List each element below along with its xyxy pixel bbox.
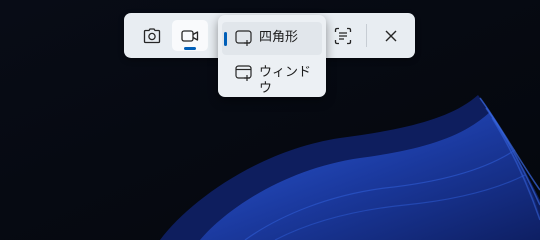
active-mode-indicator (184, 47, 196, 50)
video-icon (181, 29, 199, 42)
menu-item-label: ウィンドウ (259, 65, 312, 96)
camera-icon (143, 27, 161, 43)
close-button[interactable] (373, 20, 409, 51)
text-extract-icon (334, 27, 352, 44)
rectangle-capture-icon (235, 30, 252, 46)
screenshot-mode-button[interactable] (134, 20, 170, 51)
menu-item-window[interactable]: ウィンドウ (222, 57, 322, 96)
text-actions-button[interactable] (325, 20, 361, 51)
window-capture-icon (235, 65, 252, 81)
close-icon (385, 30, 397, 41)
selected-item-indicator (224, 32, 227, 46)
toolbar-divider (366, 24, 367, 47)
menu-item-label: 四角形 (259, 30, 299, 45)
menu-item-rectangle[interactable]: 四角形 (222, 22, 322, 55)
snip-mode-dropdown: 四角形 ウィンドウ (218, 15, 326, 97)
